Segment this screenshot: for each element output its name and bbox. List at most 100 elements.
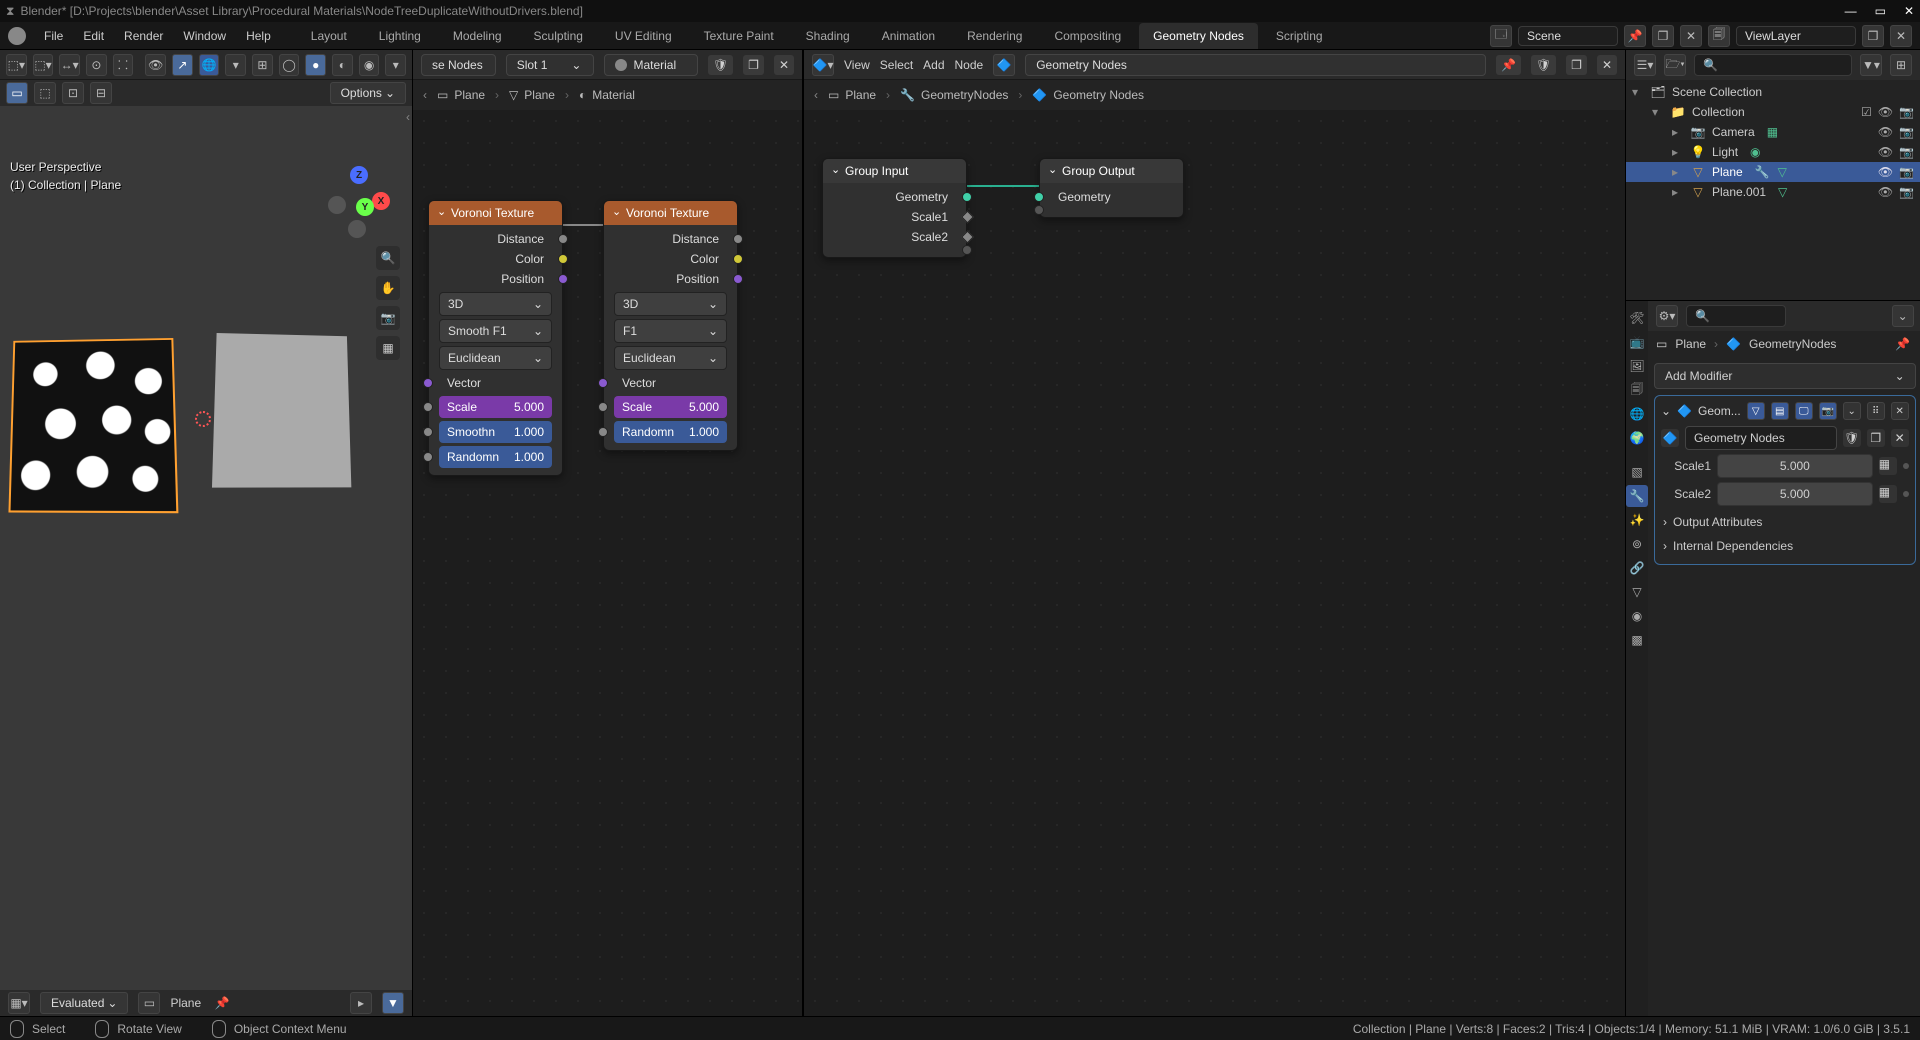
voronoi-scale-input[interactable]: Scale5.000 <box>439 396 552 418</box>
attr-toggle-icon[interactable]: ▦ <box>1879 485 1897 503</box>
node-header[interactable]: Voronoi Texture <box>604 201 737 225</box>
data-icon[interactable]: ▽ <box>1778 185 1787 199</box>
voronoi-smooth-input[interactable]: Smoothn1.000 <box>439 421 552 443</box>
geo-menu-select[interactable]: Select <box>880 58 913 72</box>
crumb-item[interactable]: ▭ Plane <box>828 88 876 102</box>
zoom-tool-icon[interactable]: 🔍 <box>376 246 400 270</box>
outliner-item-camera[interactable]: ▸ 📷 Camera ▦ 👁📷 <box>1626 122 1920 142</box>
maximize-button[interactable]: ▭ <box>1875 4 1886 18</box>
nav-gizmo[interactable]: Z X Y <box>324 166 394 236</box>
shading-matprev-icon[interactable]: ◐ <box>332 54 353 76</box>
perspective-icon[interactable]: ▦ <box>376 336 400 360</box>
geo-canvas[interactable]: Group Input Geometry Scale1 Scale2 Group… <box>804 110 1625 1016</box>
viewport-options-button[interactable]: Options ⌄ <box>330 82 406 104</box>
voronoi-feature-select[interactable]: F1⌄ <box>614 319 727 343</box>
ptab-constraint-icon[interactable]: 🔗 <box>1626 557 1648 579</box>
mat-fake-user-icon[interactable]: 🛡 <box>708 55 733 75</box>
voronoi-feature-select[interactable]: Smooth F1⌄ <box>439 319 552 343</box>
tab-modeling[interactable]: Modeling <box>439 23 516 49</box>
menu-help[interactable]: Help <box>238 25 279 47</box>
menu-file[interactable]: File <box>36 25 71 47</box>
mod-mode-realtime-icon[interactable]: ▤ <box>1771 402 1789 420</box>
axis-z[interactable]: Z <box>350 166 368 184</box>
tab-scripting[interactable]: Scripting <box>1262 23 1337 49</box>
crumb-item[interactable]: ▭ Plane <box>437 88 485 102</box>
fake-user-icon[interactable]: 🛡 <box>1843 429 1861 447</box>
socket-vector[interactable] <box>598 378 608 388</box>
tab-uv-editing[interactable]: UV Editing <box>601 23 686 49</box>
section-internal-deps[interactable]: ›Internal Dependencies <box>1661 534 1909 558</box>
socket-virtual[interactable] <box>962 245 972 255</box>
check-icon[interactable]: ☑ <box>1861 105 1872 119</box>
outliner-search[interactable]: 🔍 <box>1694 54 1852 76</box>
mat-unlink-icon[interactable]: ✕ <box>774 55 794 75</box>
visibility-eye-icon[interactable]: 👁 <box>1878 185 1893 199</box>
viewlayer-new-icon[interactable]: ❐ <box>1862 25 1884 47</box>
scale2-input[interactable]: 5.000 <box>1717 482 1873 506</box>
select-box-icon[interactable]: ▭ <box>6 82 28 104</box>
plane-object-plain[interactable] <box>212 333 351 488</box>
tab-animation[interactable]: Animation <box>868 23 949 49</box>
tab-rendering[interactable]: Rendering <box>953 23 1036 49</box>
data-icon[interactable]: ▦ <box>1767 125 1778 139</box>
filter-b-icon[interactable]: ▼ <box>382 992 404 1014</box>
viewlayer-field[interactable]: ViewLayer <box>1736 26 1856 46</box>
outliner-filter-icon[interactable]: ▼▾ <box>1860 54 1882 76</box>
ptab-object-icon[interactable]: ▧ <box>1626 461 1648 483</box>
viewlayer-delete-icon[interactable]: ✕ <box>1890 25 1912 47</box>
ptab-material-icon[interactable]: ◉ <box>1626 605 1648 627</box>
overlay-toggle[interactable]: ▾ <box>225 54 246 76</box>
socket-geometry[interactable] <box>1034 192 1044 202</box>
node-group-input[interactable]: Group Input Geometry Scale1 Scale2 <box>822 158 967 258</box>
orientation-icon[interactable]: ↔▾ <box>59 54 80 76</box>
scene-field[interactable]: Scene <box>1518 26 1618 46</box>
render-cam-icon[interactable]: 📷 <box>1899 165 1914 179</box>
viewlayer-browse-icon[interactable]: 🗐 <box>1708 25 1730 47</box>
node-voronoi-1[interactable]: Voronoi Texture Distance Color Position … <box>428 200 563 476</box>
axis-neg1[interactable] <box>328 196 346 214</box>
props-search[interactable]: 🔍 <box>1686 305 1786 327</box>
keyframe-dot[interactable] <box>1903 491 1909 497</box>
snap-icon[interactable]: ⸬ <box>113 54 134 76</box>
minimize-button[interactable]: — <box>1845 4 1857 18</box>
outliner-new-coll-icon[interactable]: ⊞ <box>1890 54 1912 76</box>
material-select[interactable]: Material <box>604 54 697 76</box>
socket-distance[interactable] <box>733 234 743 244</box>
attr-toggle-icon[interactable]: ▦ <box>1879 457 1897 475</box>
filter-a-icon[interactable]: ▸ <box>350 992 372 1014</box>
toggle-npanel-icon[interactable]: ‹ <box>406 110 410 124</box>
render-cam-icon[interactable]: 📷 <box>1899 185 1914 199</box>
node-header[interactable]: Group Output <box>1040 159 1183 183</box>
mod-mode-render-icon[interactable]: 📷 <box>1819 402 1837 420</box>
outliner-item-plane001[interactable]: ▸ ▽ Plane.001 ▽ 👁📷 <box>1626 182 1920 202</box>
menu-edit[interactable]: Edit <box>75 25 112 47</box>
overlay-globe-icon[interactable]: 🌐 <box>199 54 220 76</box>
voronoi-dim-select[interactable]: 3D⌄ <box>439 292 552 316</box>
shading-rendered-icon[interactable]: ◉ <box>359 54 380 76</box>
keyframe-dot[interactable] <box>1903 463 1909 469</box>
mod-drag-icon[interactable]: ⠿ <box>1867 402 1885 420</box>
visibility-eye-icon[interactable]: 👁 <box>1878 145 1893 159</box>
obj-link-icon[interactable]: ▭ <box>138 992 160 1014</box>
socket-color[interactable] <box>733 254 743 264</box>
menu-render[interactable]: Render <box>116 25 171 47</box>
ptab-particles-icon[interactable]: ✨ <box>1626 509 1648 531</box>
socket-vector[interactable] <box>423 378 433 388</box>
shader-canvas[interactable]: Voronoi Texture Distance Color Position … <box>413 110 802 1016</box>
ptab-modifier-icon[interactable]: 🔧 <box>1626 485 1648 507</box>
scene-copy-icon[interactable]: ❐ <box>1652 25 1674 47</box>
props-pin-icon[interactable]: 📌 <box>1892 333 1914 355</box>
close-button[interactable]: ✕ <box>1904 4 1914 18</box>
new-ng-icon[interactable]: ❐ <box>1867 429 1885 447</box>
render-cam-icon[interactable]: 📷 <box>1899 125 1914 139</box>
data-icon[interactable]: ▽ <box>1778 165 1787 179</box>
node-header[interactable]: Group Input <box>823 159 966 183</box>
geo-menu-node[interactable]: Node <box>955 58 984 72</box>
crumb-back-icon[interactable]: ‹ <box>423 88 427 102</box>
tab-compositing[interactable]: Compositing <box>1040 23 1135 49</box>
plane-object-textured[interactable] <box>8 338 178 513</box>
mod-delete-icon[interactable]: ✕ <box>1891 402 1909 420</box>
outliner-scene-collection[interactable]: ▾🗂 Scene Collection <box>1626 82 1920 102</box>
visibility-eye-icon[interactable]: 👁 <box>1878 125 1893 139</box>
socket-position[interactable] <box>558 274 568 284</box>
